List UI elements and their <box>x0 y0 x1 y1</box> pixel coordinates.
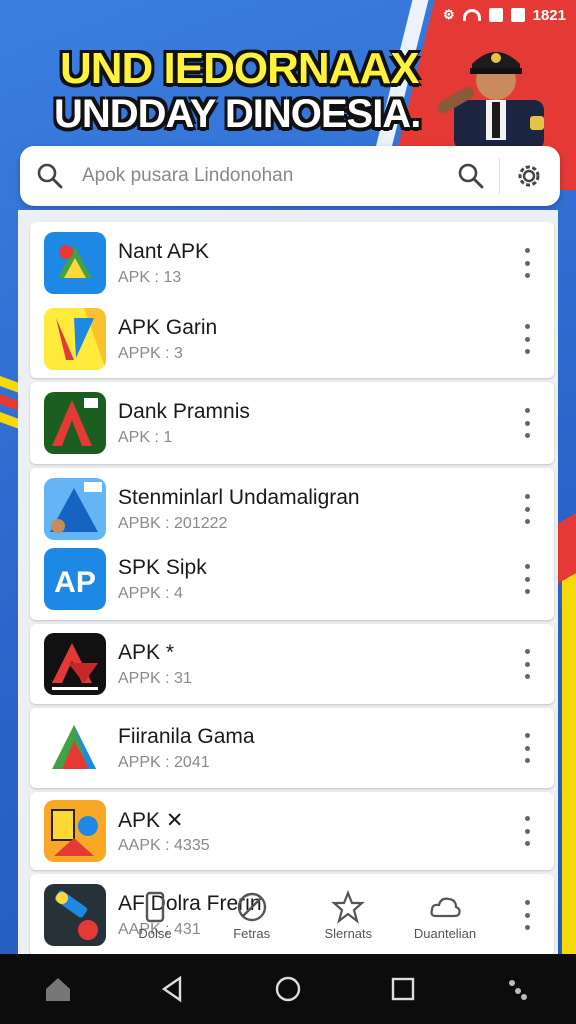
app-icon <box>44 717 106 779</box>
list-item[interactable]: APK Garin APPK : 3 <box>30 302 554 376</box>
android-nav-bar <box>0 954 576 1024</box>
svg-text:AP: AP <box>54 566 96 599</box>
list-item[interactable]: AP SPK Sipk APPK : 4 <box>30 542 554 616</box>
app-icon <box>44 308 106 370</box>
tab-dolse[interactable]: Dolse <box>110 890 200 952</box>
app-card: Nant APK APK : 13 APK Garin APPK : 3 <box>30 222 554 378</box>
banner-subtitle: UNDDAY DINOESIA. <box>54 92 421 136</box>
list-item[interactable]: APK ✕ AAPK : 4335 <box>30 794 554 868</box>
tab-fetras[interactable]: Fetras <box>207 890 297 952</box>
app-icon <box>44 232 106 294</box>
list-item[interactable]: Nant APK APK : 13 <box>30 226 554 300</box>
search-divider <box>499 158 500 194</box>
banner-title: UND IEDORNAAX <box>60 44 420 93</box>
more-icon[interactable] <box>522 816 532 846</box>
app-title: APK Garin <box>118 316 218 339</box>
more-icon[interactable] <box>522 733 532 763</box>
app-title: Fiiranila Gama <box>118 725 255 748</box>
phone-icon <box>145 891 165 923</box>
app-list[interactable]: Nant APK APK : 13 APK Garin APPK : 3 Dan… <box>18 210 558 956</box>
tab-slernats[interactable]: Slernats <box>303 890 393 952</box>
tab-label: Dolse <box>138 926 172 941</box>
app-subtitle: APK : 13 <box>118 269 182 286</box>
list-item[interactable]: Dank Pramnis APK : 1 <box>30 386 554 460</box>
list-item[interactable]: Fiiranila Gama APPK : 2041 <box>30 711 554 785</box>
app-subtitle: APBK : 201222 <box>118 515 228 532</box>
no-icon <box>237 892 266 922</box>
home-circle-icon[interactable] <box>268 969 308 1009</box>
bottom-tab-bar: Dolse Fetras Slernats Duantelian <box>110 890 490 952</box>
more-icon[interactable] <box>522 494 532 524</box>
app-icon <box>44 478 106 540</box>
app-subtitle: APPK : 2041 <box>118 754 210 771</box>
search-icon[interactable] <box>36 162 64 190</box>
more-icon[interactable] <box>522 248 532 278</box>
back-icon[interactable] <box>153 969 193 1009</box>
assist-icon[interactable] <box>498 969 538 1009</box>
list-item[interactable]: Stenminlarl Undamaligran APBK : 201222 <box>30 472 554 546</box>
app-subtitle: APK : 1 <box>118 429 173 446</box>
app-icon <box>44 884 106 946</box>
app-title: Stenminlarl Undamaligran <box>118 486 360 509</box>
notification-icon: ⚙ <box>442 7 455 22</box>
officer-illustration <box>437 52 544 150</box>
app-subtitle: APPK : 3 <box>118 345 183 362</box>
app-card: APK ✕ AAPK : 4335 <box>30 792 554 870</box>
app-subtitle: AAPK : 4335 <box>118 837 210 854</box>
tab-label: Fetras <box>233 926 271 941</box>
app-subtitle: APPK : 4 <box>118 585 183 602</box>
app-card: Dank Pramnis APK : 1 <box>30 382 554 464</box>
app-title: APK * <box>118 641 175 664</box>
star-icon <box>331 890 366 924</box>
app-title: Dank Pramnis <box>118 400 250 423</box>
app-card: APK * APPK : 31 <box>30 624 554 704</box>
list-item[interactable]: APK * APPK : 31 <box>30 627 554 701</box>
home-icon[interactable] <box>38 969 78 1009</box>
search-submit-icon[interactable] <box>457 162 485 190</box>
app-title: SPK Sipk <box>118 556 207 579</box>
more-icon[interactable] <box>522 564 532 594</box>
battery-icon <box>510 8 525 22</box>
tab-duantelian[interactable]: Duantelian <box>400 890 490 952</box>
more-icon[interactable] <box>522 324 532 354</box>
cloud-icon <box>430 897 461 918</box>
status-time: 1821 <box>532 6 566 24</box>
tab-label: Duantelian <box>413 926 477 941</box>
more-icon[interactable] <box>522 900 532 930</box>
app-icon <box>44 800 106 862</box>
wifi-icon <box>462 9 481 21</box>
app-title: Nant APK <box>118 240 210 263</box>
tab-label: Slernats <box>324 926 373 941</box>
more-icon[interactable] <box>522 649 532 679</box>
status-bar: ⚙ 1821 <box>443 4 566 26</box>
app-subtitle: APPK : 31 <box>118 670 192 687</box>
more-icon[interactable] <box>522 408 532 438</box>
sim-icon <box>488 8 503 22</box>
promo-banner[interactable]: UND IEDORNAAX UNDDAY DINOESIA. <box>0 30 576 150</box>
recents-icon[interactable] <box>383 969 423 1009</box>
app-title: APK ✕ <box>118 809 184 832</box>
app-card: Stenminlarl Undamaligran APBK : 201222 A… <box>30 468 554 620</box>
search-bar[interactable]: Apok pusara Lindonohan <box>20 146 560 206</box>
app-card: Fiiranila Gama APPK : 2041 <box>30 708 554 788</box>
app-icon <box>44 633 106 695</box>
app-icon: AP <box>44 548 106 610</box>
search-input[interactable]: Apok pusara Lindonohan <box>82 165 457 187</box>
app-icon <box>44 392 106 454</box>
gear-icon[interactable] <box>514 161 544 191</box>
